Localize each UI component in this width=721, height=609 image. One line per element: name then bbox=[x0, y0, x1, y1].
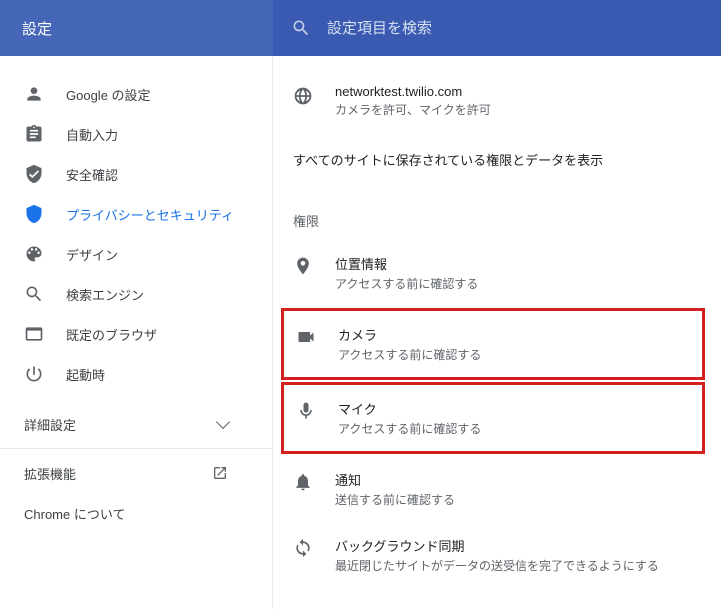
perm-sub: アクセスする前に確認する bbox=[335, 275, 478, 292]
globe-icon bbox=[293, 86, 313, 106]
sidebar-item-label: Google の設定 bbox=[66, 85, 151, 104]
sidebar-item-safety[interactable]: 安全確認 bbox=[0, 154, 272, 194]
sidebar-item-label: デザイン bbox=[66, 245, 118, 264]
sidebar-item-search[interactable]: 検索エンジン bbox=[0, 274, 272, 314]
recent-site-row[interactable]: networktest.twilio.com カメラを許可、マイクを許可 bbox=[281, 70, 705, 132]
search-input[interactable] bbox=[327, 20, 721, 37]
permissions-heading: 権限 bbox=[281, 187, 705, 240]
verified-icon bbox=[24, 164, 44, 184]
extensions-label: 拡張機能 bbox=[24, 464, 76, 483]
sidebar: Google の設定 自動入力 安全確認 プライバシーとセキュリティ デザイン … bbox=[0, 56, 273, 609]
extensions-link[interactable]: 拡張機能 bbox=[0, 453, 272, 493]
palette-icon bbox=[24, 244, 44, 264]
sidebar-item-default-browser[interactable]: 既定のブラウザ bbox=[0, 314, 272, 354]
about-label: Chrome について bbox=[24, 504, 125, 523]
app-title: 設定 bbox=[22, 18, 52, 39]
bell-icon bbox=[293, 472, 313, 492]
shield-icon bbox=[24, 204, 44, 224]
app-header: 設定 bbox=[0, 0, 721, 56]
perm-title: マイク bbox=[338, 399, 481, 418]
perm-title: 通知 bbox=[335, 470, 455, 489]
highlight-mic: マイク アクセスする前に確認する bbox=[281, 382, 705, 454]
sidebar-item-label: 検索エンジン bbox=[66, 285, 144, 304]
browser-icon bbox=[24, 324, 44, 344]
search-icon bbox=[24, 284, 44, 304]
person-icon bbox=[24, 84, 44, 104]
camera-icon bbox=[296, 327, 316, 347]
sidebar-item-label: プライバシーとセキュリティ bbox=[66, 205, 234, 224]
sidebar-item-privacy[interactable]: プライバシーとセキュリティ bbox=[0, 194, 272, 234]
body: Google の設定 自動入力 安全確認 プライバシーとセキュリティ デザイン … bbox=[0, 56, 721, 609]
sidebar-item-label: 既定のブラウザ bbox=[66, 325, 157, 344]
advanced-toggle[interactable]: 詳細設定 bbox=[0, 404, 272, 444]
perm-title: 位置情報 bbox=[335, 254, 478, 273]
sidebar-item-autofill[interactable]: 自動入力 bbox=[0, 114, 272, 154]
chevron-down-icon bbox=[216, 415, 230, 429]
assignment-icon bbox=[24, 124, 44, 144]
power-icon bbox=[24, 364, 44, 384]
divider bbox=[0, 448, 272, 449]
content: networktest.twilio.com カメラを許可、マイクを許可 すべて… bbox=[273, 56, 721, 609]
mic-icon bbox=[296, 401, 316, 421]
sidebar-item-startup[interactable]: 起動時 bbox=[0, 354, 272, 394]
search-bar[interactable] bbox=[273, 0, 721, 56]
perm-sub: 最近閉じたサイトがデータの送受信を完了できるようにする bbox=[335, 557, 659, 574]
header-title-wrap: 設定 bbox=[0, 0, 273, 56]
sidebar-item-label: 安全確認 bbox=[66, 165, 118, 184]
perm-location[interactable]: 位置情報 アクセスする前に確認する bbox=[281, 240, 705, 306]
perm-sub: 送信する前に確認する bbox=[335, 491, 455, 508]
highlight-camera: カメラ アクセスする前に確認する bbox=[281, 308, 705, 380]
site-permissions: カメラを許可、マイクを許可 bbox=[335, 101, 491, 118]
all-sites-link[interactable]: すべてのサイトに保存されている権限とデータを表示 bbox=[281, 132, 705, 187]
perm-background-sync[interactable]: バックグラウンド同期 最近閉じたサイトがデータの送受信を完了できるようにする bbox=[281, 522, 705, 588]
site-host: networktest.twilio.com bbox=[335, 84, 491, 99]
perm-sub: アクセスする前に確認する bbox=[338, 346, 481, 363]
search-icon bbox=[291, 18, 311, 38]
other-permissions-heading: その他の権限 bbox=[281, 588, 705, 609]
about-link[interactable]: Chrome について bbox=[0, 493, 272, 533]
advanced-label: 詳細設定 bbox=[24, 415, 76, 434]
perm-mic[interactable]: マイク アクセスする前に確認する bbox=[284, 385, 702, 451]
launch-icon bbox=[212, 465, 228, 481]
perm-notifications[interactable]: 通知 送信する前に確認する bbox=[281, 456, 705, 522]
sidebar-item-label: 起動時 bbox=[66, 365, 105, 384]
sidebar-item-appearance[interactable]: デザイン bbox=[0, 234, 272, 274]
perm-title: カメラ bbox=[338, 325, 481, 344]
sidebar-item-google[interactable]: Google の設定 bbox=[0, 74, 272, 114]
location-icon bbox=[293, 256, 313, 276]
perm-title: バックグラウンド同期 bbox=[335, 536, 659, 555]
perm-camera[interactable]: カメラ アクセスする前に確認する bbox=[284, 311, 702, 377]
sync-icon bbox=[293, 538, 313, 558]
sidebar-item-label: 自動入力 bbox=[66, 125, 118, 144]
perm-sub: アクセスする前に確認する bbox=[338, 420, 481, 437]
